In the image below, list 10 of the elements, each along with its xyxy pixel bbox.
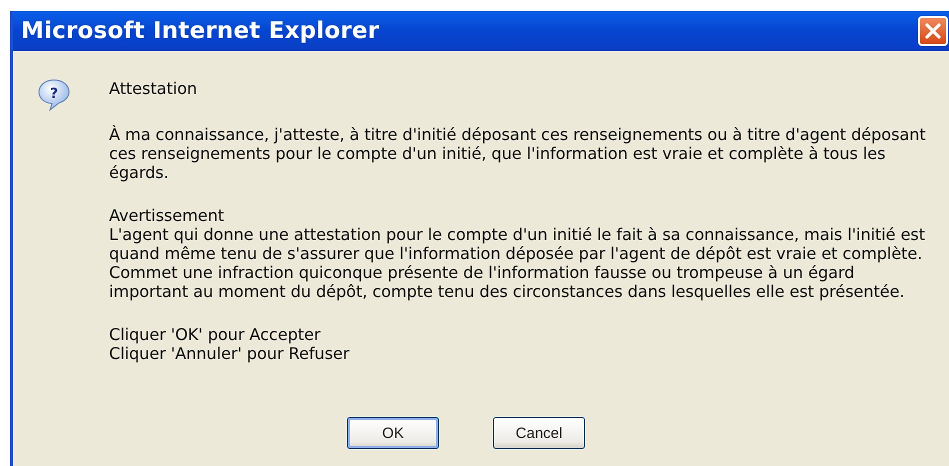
dialog-heading: Attestation [109, 79, 198, 98]
question-icon: ? [36, 77, 72, 113]
dialog-paragraph: Avertissement L'agent qui donne une attestation pour le compte d'un initié le fait à sa connaissance, mais l'initié est quand même tenu de s'assurer que l'information déposée par l'agent de dépôt est vraie et complète. Commet une infraction quiconque présente de l'information fausse ou trompeuse à un égard important au moment du dépôt, compte tenu des circonstances dans lesquelles elle est présentée. [109, 206, 926, 301]
dialog-paragraph: À ma connaissance, j'atteste, à titre d'initié déposant ces renseignements ou à titre d'agent déposant ces renseignements pour le compte d'un initié, que l'information est vraie et complète à tous les égards. [109, 125, 926, 182]
close-button[interactable] [918, 16, 948, 46]
window-title: Microsoft Internet Explorer [21, 18, 380, 44]
dialog-button[interactable]: Cancel [493, 417, 585, 449]
dialog-button[interactable]: OK [347, 417, 439, 449]
dialog-paragraph: Cliquer 'OK' pour Accepter Cliquer 'Annuler' pour Refuser [109, 325, 350, 363]
close-icon [923, 21, 943, 41]
